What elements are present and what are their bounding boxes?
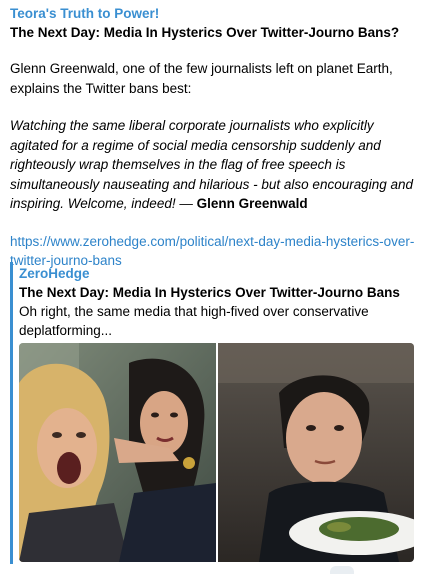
- preview-site-name: ZeroHedge: [19, 266, 90, 281]
- preview-title: The Next Day: Media In Hysterics Over Tw…: [19, 285, 400, 300]
- preview-image[interactable]: [19, 343, 414, 562]
- meme-image-icon: [19, 343, 414, 562]
- link-preview[interactable]: ZeroHedge The Next Day: Media In Hysteri…: [10, 262, 414, 564]
- message-quote: Watching the same liberal corporate jour…: [10, 116, 415, 214]
- reaction-badge: [330, 566, 354, 574]
- quote-author: Glenn Greenwald: [196, 196, 308, 211]
- channel-name[interactable]: Teora's Truth to Power!: [10, 4, 415, 23]
- message-intro: Glenn Greenwald, one of the few journali…: [10, 61, 393, 96]
- message-headline: The Next Day: Media In Hysterics Over Tw…: [10, 25, 400, 40]
- preview-description: Oh right, the same media that high-fived…: [19, 304, 369, 338]
